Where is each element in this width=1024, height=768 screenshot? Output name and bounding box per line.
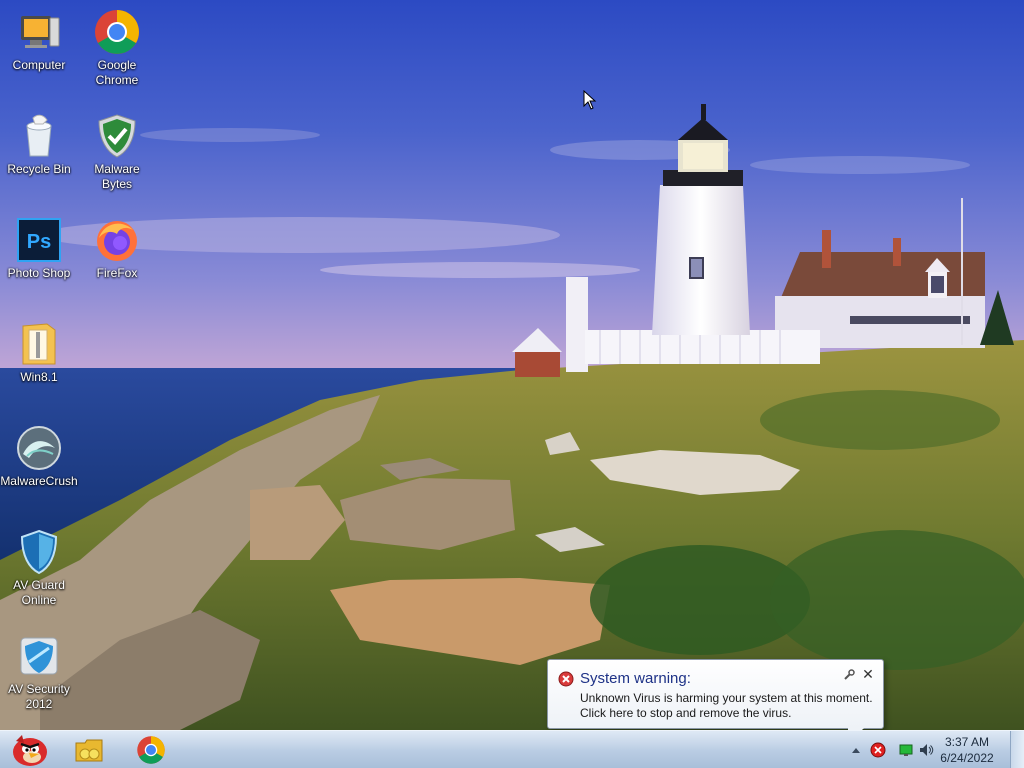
desktop-icon-malware-bytes[interactable]: Malware Bytes	[78, 112, 156, 192]
clock[interactable]: 3:37 AM 6/24/2022	[932, 734, 1002, 766]
security-alert-icon[interactable]	[870, 742, 886, 758]
chrome-icon	[137, 736, 165, 764]
desktop-icon-label: AV Guard Online	[13, 578, 65, 607]
desktop-icon-label: FireFox	[96, 266, 138, 280]
shield-check-icon	[98, 114, 136, 158]
desktop-icon-label: Recycle Bin	[7, 162, 71, 176]
error-icon	[558, 671, 574, 687]
malwarecrush-icon	[17, 426, 61, 470]
close-icon[interactable]: ✕	[861, 666, 875, 682]
chrome-icon	[95, 10, 139, 54]
desktop-icon-av-guard-online[interactable]: AV Guard Online	[0, 528, 78, 608]
desktop-icon-label: Google Chrome	[95, 58, 139, 87]
clock-date: 6/24/2022	[940, 751, 994, 765]
desktop-icon-label: Computer	[12, 58, 66, 72]
desktop-icon-label: Malware Bytes	[94, 162, 140, 191]
taskbar: 3:37 AM 6/24/2022	[0, 730, 1024, 768]
svg-text:Ps: Ps	[27, 231, 51, 253]
photoshop-icon: Ps	[17, 218, 61, 262]
desktop-icon-win8-1[interactable]: Win8.1	[0, 320, 78, 385]
firefox-icon	[97, 221, 137, 261]
desktop-icon-recycle-bin[interactable]: Recycle Bin	[0, 112, 78, 177]
clock-time: 3:37 AM	[944, 735, 990, 749]
desktop-icon-computer[interactable]: Computer	[0, 8, 78, 73]
desktop-icon-label: MalwareCrush	[0, 474, 78, 488]
folder-icon	[75, 739, 103, 762]
desktop-icon-av-security-2012[interactable]: AV Security 2012	[0, 632, 78, 712]
zip-folder-icon	[22, 323, 56, 365]
options-wrench-icon[interactable]	[843, 669, 855, 681]
desktop-icon-firefox[interactable]: FireFox	[78, 216, 156, 281]
desktop-icon-label: AV Security 2012	[8, 682, 70, 711]
system-tray: 3:37 AM 6/24/2022	[834, 731, 1024, 768]
desktop-icon-label: Win8.1	[20, 370, 58, 384]
show-desktop-button[interactable]	[1010, 731, 1024, 768]
desktop-icon-photo-shop[interactable]: Ps Photo Shop	[0, 216, 78, 281]
desktop-icon-google-chrome[interactable]: Google Chrome	[78, 8, 156, 88]
av-security-icon	[20, 637, 58, 675]
show-hidden-icon[interactable]	[848, 742, 864, 758]
notification-message[interactable]: Unknown Virus is harming your system at …	[580, 691, 880, 721]
recycle-bin-icon	[26, 114, 52, 157]
mouse-cursor-icon	[583, 90, 597, 110]
taskbar-folder-button[interactable]	[61, 733, 117, 767]
network-icon[interactable]	[898, 742, 914, 758]
desktop-icon-label: Photo Shop	[7, 266, 71, 280]
desktop-icon-malwarecrush[interactable]: MalwareCrush	[0, 424, 78, 489]
system-warning-notification[interactable]: System warning: Unknown Virus is harming…	[547, 659, 884, 744]
shield-icon	[20, 529, 58, 575]
computer-icon	[21, 16, 60, 48]
angry-bird-start-icon	[13, 735, 47, 766]
desktop-wallpaper	[0, 0, 1024, 730]
start-button[interactable]	[0, 733, 56, 767]
taskbar-chrome-button[interactable]	[123, 733, 179, 767]
notification-title: System warning:	[580, 670, 691, 687]
